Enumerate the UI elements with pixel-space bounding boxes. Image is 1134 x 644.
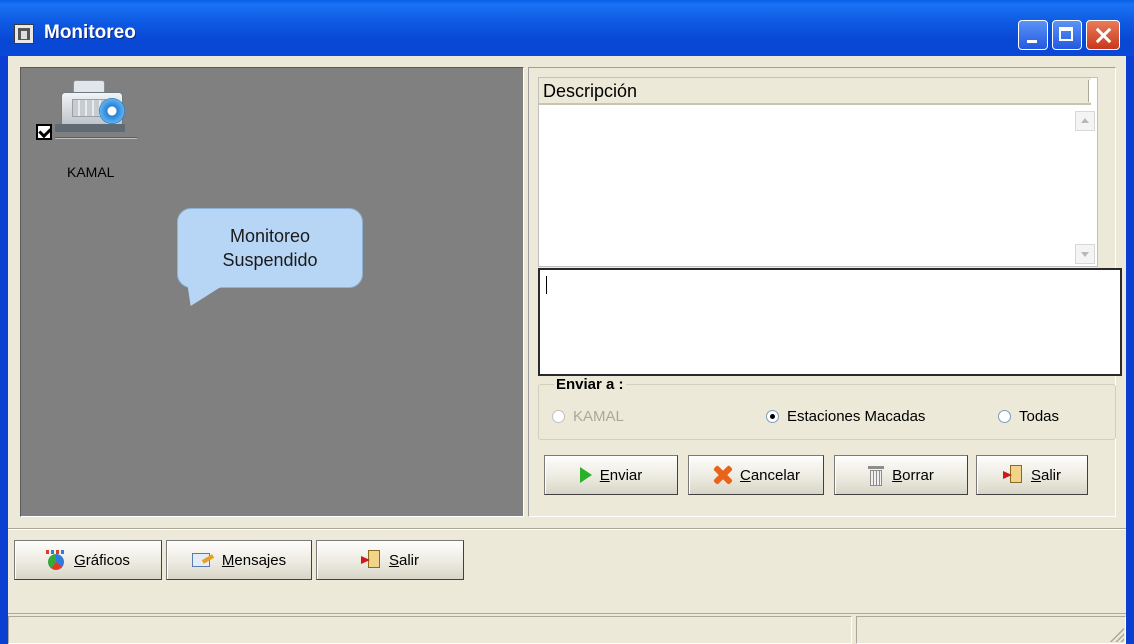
status-pane-main (8, 616, 852, 644)
window-client-area: KAMAL Monitoreo Suspendido Descripción E… (8, 56, 1126, 644)
bottom-salir-label: Salir (388, 551, 420, 569)
radio-label: Estaciones Macadas (787, 407, 926, 425)
stations-panel: KAMAL Monitoreo Suspendido (20, 67, 524, 517)
bubble-tail (174, 284, 226, 306)
message-input[interactable] (538, 268, 1122, 376)
scroll-down-arrow-icon[interactable] (1075, 244, 1095, 264)
column-header-label: Descripción (543, 81, 638, 101)
status-pane-secondary (856, 616, 1126, 644)
window-title: Monitoreo (44, 22, 136, 43)
radio-kamal[interactable]: KAMAL (552, 406, 624, 426)
radio-label: KAMAL (573, 407, 624, 425)
app-icon[interactable] (14, 24, 34, 44)
station-divider (55, 137, 137, 139)
station-checkbox[interactable] (36, 124, 52, 140)
radio-circle-icon (998, 409, 1011, 423)
minimize-button[interactable] (1018, 20, 1048, 50)
radio-circle-icon (766, 409, 779, 423)
bottom-salir-button[interactable]: Salir (316, 540, 464, 580)
salir-label: Salir (1030, 466, 1062, 484)
mensajes-button[interactable]: Mensajes (166, 540, 312, 580)
cancelar-label: Cancelar (739, 466, 801, 484)
resize-grip-icon[interactable] (1108, 626, 1124, 642)
salir-button[interactable]: Salir (976, 455, 1088, 495)
close-button[interactable] (1086, 20, 1120, 50)
play-icon (579, 467, 592, 483)
borrar-button[interactable]: Borrar (834, 455, 968, 495)
monitoreo-window: Monitoreo KAMAL Monitoreo Suspendido Des… (0, 0, 1134, 644)
maximize-button[interactable] (1052, 20, 1082, 50)
radio-circle-icon (552, 409, 565, 423)
exit-door-icon (360, 550, 381, 570)
radio-estaciones-macadas[interactable]: Estaciones Macadas (766, 406, 925, 426)
monitor-status-bubble: Monitoreo Suspendido (177, 208, 363, 288)
message-icon (191, 551, 214, 569)
graficos-label: Gráficos (74, 551, 130, 569)
text-caret (546, 276, 547, 294)
status-line-1: Monitoreo (229, 226, 311, 246)
graficos-button[interactable]: Gráficos (14, 540, 162, 580)
radio-label: Todas (1019, 407, 1060, 425)
messages-list[interactable]: Descripción (538, 77, 1098, 267)
trash-icon (868, 465, 885, 486)
column-header-descripcion[interactable]: Descripción (539, 78, 1091, 105)
exit-door-icon (1002, 465, 1023, 485)
station-item-kamal[interactable]: KAMAL (33, 78, 137, 180)
disc-icon (99, 98, 125, 124)
status-line-2: Suspendido (222, 250, 318, 270)
mensajes-label: Mensajes (221, 551, 287, 569)
radio-todas[interactable]: Todas (998, 406, 1059, 426)
station-label: KAMAL (67, 164, 115, 180)
status-bar (8, 613, 1126, 644)
enviar-label: Enviar (599, 466, 643, 484)
borrar-label: Borrar (892, 466, 934, 484)
scroll-up-arrow-icon[interactable] (1075, 111, 1095, 131)
enviar-button[interactable]: Enviar (544, 455, 678, 495)
cancelar-button[interactable]: Cancelar (688, 455, 824, 495)
send-to-title: Enviar a : (554, 376, 626, 393)
chart-icon (46, 550, 67, 570)
title-bar[interactable]: Monitoreo (0, 0, 1134, 56)
bottom-divider (8, 528, 1126, 530)
cancel-x-icon (712, 465, 732, 485)
column-separator[interactable] (1088, 80, 1091, 102)
